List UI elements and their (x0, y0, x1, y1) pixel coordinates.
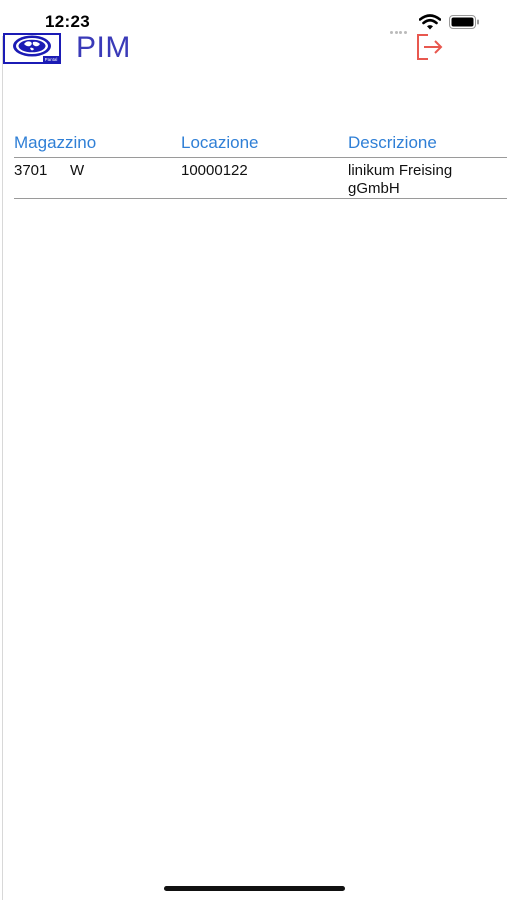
column-header-locazione: Locazione (181, 133, 259, 152)
column-header-magazzino: Magazzino (14, 133, 97, 152)
logo-text: Pantal (45, 57, 58, 62)
cell-locazione: 10000122 (181, 162, 248, 179)
cell-magazzino-type: W (70, 162, 85, 179)
table-row[interactable]: 3701 W 10000122 linikum Freising gGmbH (14, 158, 507, 199)
app-logo: Pantal (3, 33, 61, 64)
cell-magazzino-code: 3701 (14, 162, 48, 179)
home-indicator[interactable] (164, 886, 345, 891)
battery-icon (449, 15, 479, 29)
status-bar: 12:23 (0, 0, 507, 34)
status-time: 12:23 (45, 12, 90, 31)
column-header-descrizione: Descrizione (348, 133, 437, 152)
app-header: Pantal PIM (0, 30, 507, 70)
table-header: Magazzino Locazione Descrizione (14, 133, 507, 158)
logout-button[interactable] (414, 32, 444, 62)
logout-icon (417, 34, 443, 60)
warehouse-table: Magazzino Locazione Descrizione 3701 W 1… (14, 133, 507, 199)
cell-descrizione: linikum Freising gGmbH (348, 162, 453, 197)
cellular-signal-icon (390, 21, 412, 34)
app-title: PIM (76, 31, 131, 64)
screen-edge-divider (2, 36, 3, 900)
wifi-icon (419, 14, 441, 30)
